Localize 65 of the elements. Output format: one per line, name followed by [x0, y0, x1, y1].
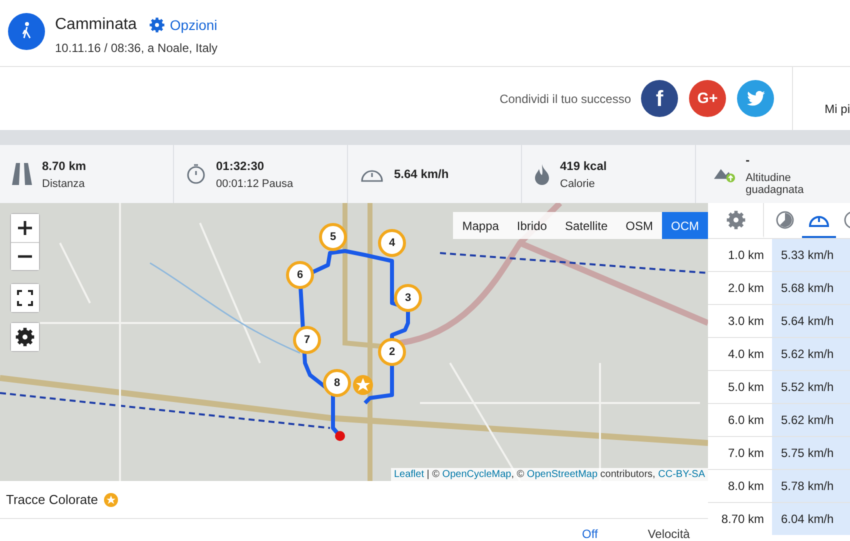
attribution-link[interactable]: CC-BY-SA — [658, 469, 705, 480]
split-distance-cell-text: 3.0 km — [726, 313, 765, 330]
stat-value: 8.70 km — [42, 158, 86, 172]
split-speed-cell: 5.62 km/h — [772, 404, 850, 436]
map-layer-tab[interactable]: Ibrido — [508, 212, 556, 239]
fullscreen-icon — [17, 290, 33, 306]
map-layer-tab[interactable]: Mappa — [453, 212, 508, 239]
split-speed-cell: 5.33 km/h — [772, 239, 850, 271]
split-distance-cell-text: 2.0 km — [726, 280, 765, 297]
colored-tracks-label: Tracce Colorate — [6, 492, 98, 507]
stat-value: 419 kcal — [560, 158, 607, 172]
split-distance-cell-text: 8.70 km — [720, 511, 765, 528]
attribution-link[interactable]: Leaflet — [394, 469, 424, 480]
split-speed-cell: 5.64 km/h — [772, 305, 850, 337]
settings-icon — [15, 327, 35, 347]
split-speed-cell: 5.68 km/h — [772, 272, 850, 304]
map-layer-tab[interactable]: OCM — [662, 212, 708, 239]
twitter-share-button[interactable] — [737, 80, 774, 117]
stat-label: 00:01:12 Pausa — [216, 178, 294, 190]
activity-title: Camminata — [55, 16, 137, 34]
stat-label: Calorie — [560, 178, 596, 190]
settings-button[interactable] — [11, 323, 39, 351]
toggle-label[interactable]: Off — [582, 527, 598, 541]
flame-icon — [534, 163, 550, 185]
map-layer-tab[interactable]: Satellite — [556, 212, 617, 239]
bird-icon — [746, 91, 764, 106]
attribution-link[interactable]: OpenCycleMap — [442, 469, 512, 480]
walking-person-icon — [8, 13, 45, 50]
stat-value: - — [746, 152, 751, 166]
stat-label: Altitudine guadagnata — [746, 172, 805, 196]
google-plus-share-button[interactable]: G+ — [689, 80, 726, 117]
split-distance-cell-text: 6.0 km — [726, 412, 765, 429]
start-dot-icon — [335, 431, 345, 441]
side-text: Mi pi — [824, 102, 850, 116]
fullscreen-button[interactable] — [11, 284, 39, 312]
split-distance-cell-text: 8.0 km — [726, 478, 765, 495]
pie-chart-icon — [776, 210, 794, 228]
stopwatch-icon — [186, 163, 206, 185]
split-distance-cell-text: 5.0 km — [726, 379, 765, 396]
share-label: Condividi il tuo successo — [500, 92, 631, 106]
gear-icon — [148, 17, 165, 33]
stat-label: Distanza — [42, 178, 86, 190]
minus-icon — [18, 255, 32, 258]
star-icon — [104, 492, 118, 506]
split-speed-cell: 5.75 km/h — [772, 437, 850, 469]
map-layer-tab[interactable]: OSM — [616, 212, 662, 239]
map-attribution: Leaflet | © OpenCycleMap, © OpenStreetMap contributors, CC-BY-SA — [390, 468, 708, 481]
zoom-out-button[interactable] — [11, 242, 39, 270]
activity-date-location: 10.11.16 / 08:36, a Noale, Italy — [55, 41, 218, 55]
split-distance-cell-text: 4.0 km — [726, 346, 765, 363]
attribution-link[interactable]: OpenStreetMap — [526, 469, 598, 480]
options-link[interactable]: Opzioni — [148, 17, 218, 33]
split-distance-cell-text: 1.0 km — [726, 247, 765, 264]
road-icon — [12, 163, 32, 185]
split-speed-cell: 5.52 km/h — [772, 371, 850, 403]
stat-value: 01:32:30 — [216, 158, 266, 172]
metric-label: Velocità — [648, 527, 690, 541]
split-speed-cell: 5.62 km/h — [772, 338, 850, 370]
plus-icon — [18, 221, 32, 235]
star-marker-icon — [352, 374, 374, 396]
stat-value: 5.64 km/h — [394, 167, 449, 181]
split-speed-cell: 5.78 km/h — [772, 470, 850, 502]
split-distance-cell-text: 7.0 km — [726, 445, 765, 462]
facebook-share-button[interactable]: f — [641, 80, 678, 117]
split-speed-cell: 6.04 km/h — [772, 503, 850, 535]
